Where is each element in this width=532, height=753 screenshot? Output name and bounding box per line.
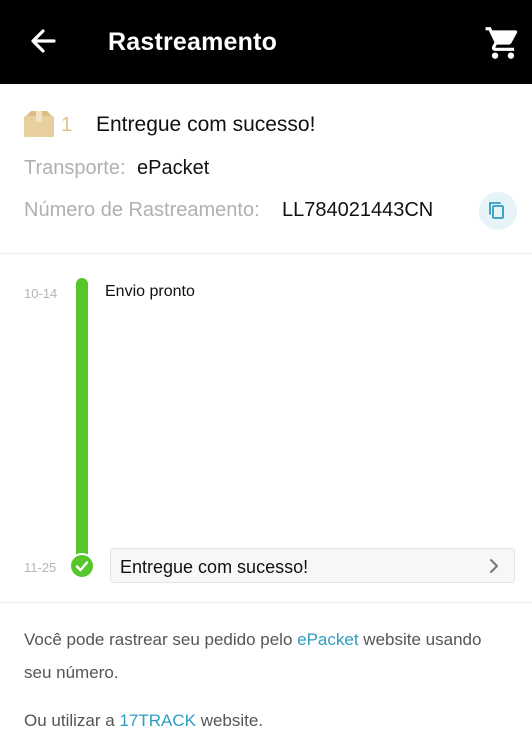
epacket-link[interactable]: ePacket <box>297 630 358 649</box>
tracking-info-text: Você pode rastrear seu pedido pelo ePack… <box>24 623 481 656</box>
alternative-tracking-text: Ou utilizar a 17TRACK website. <box>24 704 263 737</box>
copy-icon <box>489 202 504 219</box>
package-box-icon <box>24 111 54 137</box>
timeline-event-card[interactable]: Entregue com sucesso! <box>110 548 515 583</box>
divider <box>0 602 532 603</box>
chevron-right-icon <box>486 557 502 575</box>
info-text: Você pode rastrear seu pedido pelo <box>24 630 298 649</box>
timeline-event-label: Entregue com sucesso! <box>120 557 309 577</box>
info-text: Ou utilizar a <box>24 711 120 730</box>
app-bar: Rastreamento <box>0 0 532 84</box>
divider <box>0 253 532 254</box>
info-text: website usando <box>358 630 482 649</box>
package-count: 1 <box>61 114 73 136</box>
timeline-event: Envio pronto <box>105 283 195 300</box>
info-text: website. <box>195 711 264 730</box>
shopping-cart-icon[interactable] <box>484 24 522 62</box>
delivery-status: Entregue com sucesso! <box>96 113 316 136</box>
event-date: 10-14 <box>24 286 58 301</box>
back-arrow-icon[interactable] <box>28 26 58 56</box>
check-icon <box>69 553 95 579</box>
transport-label: Transporte: <box>24 157 126 179</box>
copy-button[interactable] <box>479 192 517 230</box>
timeline-line <box>76 278 88 564</box>
transport-value: ePacket <box>137 157 210 179</box>
page-title: Rastreamento <box>108 28 278 56</box>
tracking-number-value[interactable]: LL784021443CN <box>282 199 433 222</box>
event-date: 11-25 <box>24 560 57 575</box>
17track-link[interactable]: 17TRACK <box>119 711 196 730</box>
tracking-info-text-line2: seu número. <box>24 663 119 682</box>
tracking-number-label: Número de Rastreamento: <box>24 199 260 221</box>
